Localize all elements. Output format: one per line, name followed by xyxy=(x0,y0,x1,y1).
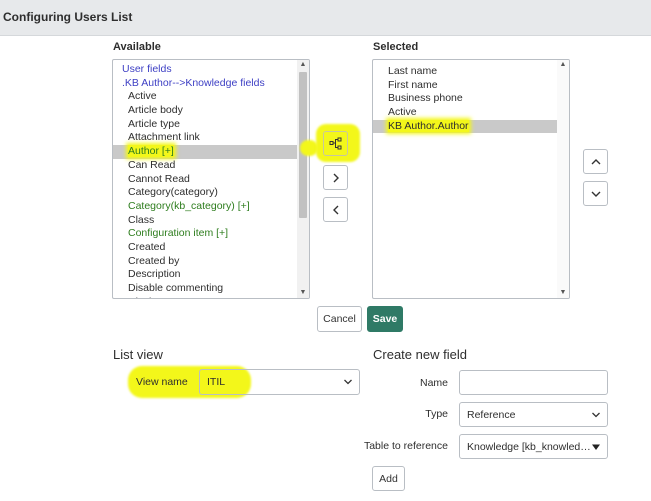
chevron-left-icon xyxy=(332,205,338,214)
available-list-item-label: Author [+] xyxy=(128,145,174,158)
available-list-item-label: Display xyxy=(128,296,162,298)
available-list-item[interactable]: Created xyxy=(113,241,297,255)
selected-list-item-label: First name xyxy=(388,78,438,91)
available-list-item-label: Class xyxy=(128,213,155,226)
scroll-down-arrow-icon[interactable]: ▼ xyxy=(297,288,309,298)
available-list-item-label: Article type xyxy=(128,117,180,130)
available-list-item-label: Created xyxy=(128,240,166,253)
caret-down-icon xyxy=(592,444,600,450)
available-list-item[interactable]: Class xyxy=(113,214,297,228)
available-list-item[interactable]: Disable commenting xyxy=(113,282,297,296)
title-bar: Configuring Users List xyxy=(0,0,651,36)
available-list-item-label: .KB Author-->Knowledge fields xyxy=(122,76,265,89)
available-list-item[interactable]: Created by xyxy=(113,255,297,269)
table-to-reference-value: Knowledge [kb_knowled… xyxy=(467,440,591,453)
selected-scrollbar[interactable]: ▲ ▼ xyxy=(557,60,569,298)
available-list-item-label: Description xyxy=(128,268,181,281)
create-field-heading: Create new field xyxy=(373,347,467,362)
available-list-item-label: Category(category) xyxy=(128,186,218,199)
available-list-item[interactable]: Article body xyxy=(113,104,297,118)
tree-expand-icon xyxy=(329,137,342,150)
chevron-down-icon xyxy=(591,191,600,197)
scroll-down-arrow-icon[interactable]: ▼ xyxy=(557,288,569,298)
selected-list-item[interactable]: Business phone xyxy=(373,92,557,106)
available-list-item-label: Configuration item [+] xyxy=(128,227,229,240)
available-list-item[interactable]: Attachment link xyxy=(113,131,297,145)
name-label: Name xyxy=(419,377,448,389)
view-name-value: ITIL xyxy=(207,376,226,388)
available-list-item[interactable]: Description xyxy=(113,268,297,282)
available-list-item[interactable]: User fields xyxy=(113,63,297,77)
available-list-item[interactable]: Author [+] xyxy=(113,145,297,159)
add-to-selected-button[interactable] xyxy=(323,165,348,190)
available-list-item-label: Active xyxy=(128,90,157,103)
chevron-right-icon xyxy=(333,173,339,182)
view-name-label: View name xyxy=(136,376,188,388)
selected-label: Selected xyxy=(373,41,419,53)
type-select[interactable]: Reference xyxy=(459,402,608,427)
available-list-item-label: Attachment link xyxy=(128,131,200,144)
selected-list-item-label: Business phone xyxy=(388,92,463,105)
available-label: Available xyxy=(113,41,161,53)
table-to-reference-label: Table to reference xyxy=(363,440,448,452)
selected-list-item[interactable]: Active xyxy=(373,106,557,120)
available-list-item[interactable]: Article type xyxy=(113,118,297,132)
chevron-down-icon xyxy=(592,412,600,417)
available-scrollbar[interactable]: ▲ ▼ xyxy=(297,60,309,298)
scroll-up-arrow-icon[interactable]: ▲ xyxy=(297,60,309,70)
chevron-down-icon xyxy=(344,379,352,385)
available-list-item-label: Category(kb_category) [+] xyxy=(128,199,250,212)
available-list-item[interactable]: Cannot Read xyxy=(113,173,297,187)
available-list-item-label: Disable commenting xyxy=(128,282,224,294)
available-list-item[interactable]: .KB Author-->Knowledge fields xyxy=(113,77,297,91)
selected-list-item[interactable]: KB Author.Author xyxy=(373,119,557,134)
available-list-item[interactable]: Category(kb_category) [+] xyxy=(113,200,297,214)
selected-list[interactable]: Last name First name Business phone Active K… xyxy=(372,59,570,299)
available-list-item-label: Article body xyxy=(128,104,183,117)
type-value: Reference xyxy=(467,408,516,421)
scroll-up-arrow-icon[interactable]: ▲ xyxy=(557,60,569,70)
dot-walk-button[interactable] xyxy=(323,131,348,156)
table-to-reference-select[interactable]: Knowledge [kb_knowled… xyxy=(459,434,608,459)
remove-from-selected-button[interactable] xyxy=(323,197,348,222)
selected-list-item[interactable]: First name xyxy=(373,79,557,93)
selected-list-item-label: Active xyxy=(388,106,417,119)
selected-list-item-label: Last name xyxy=(388,65,438,77)
save-button[interactable]: Save xyxy=(367,306,403,332)
available-list-item-label: Can Read xyxy=(128,158,176,171)
selected-list-item[interactable]: Last name xyxy=(373,65,557,79)
name-input[interactable] xyxy=(459,370,608,395)
view-name-select[interactable]: ITIL xyxy=(199,369,360,395)
available-list-item[interactable]: Category(category) xyxy=(113,186,297,200)
available-list[interactable]: User fields .KB Author-->Knowledge fields… xyxy=(112,59,310,299)
move-up-button[interactable] xyxy=(583,149,608,174)
available-list-item[interactable]: Can Read xyxy=(113,159,297,173)
add-field-button[interactable]: Add xyxy=(372,466,405,491)
list-view-heading: List view xyxy=(113,347,163,362)
available-list-item-label: Created by xyxy=(128,254,180,267)
available-list-item[interactable]: Configuration item [+] xyxy=(113,227,297,241)
available-list-item-label: User fields xyxy=(122,63,172,75)
available-list-item[interactable]: Display xyxy=(113,296,297,298)
type-label: Type xyxy=(425,408,448,420)
available-list-item-label: Cannot Read xyxy=(128,172,190,185)
selected-list-item-label: KB Author.Author xyxy=(388,119,469,132)
page-title: Configuring Users List xyxy=(3,10,133,24)
available-list-item[interactable]: Active xyxy=(113,90,297,104)
chevron-up-icon xyxy=(591,158,600,164)
move-down-button[interactable] xyxy=(583,181,608,206)
cancel-button[interactable]: Cancel xyxy=(317,306,362,332)
